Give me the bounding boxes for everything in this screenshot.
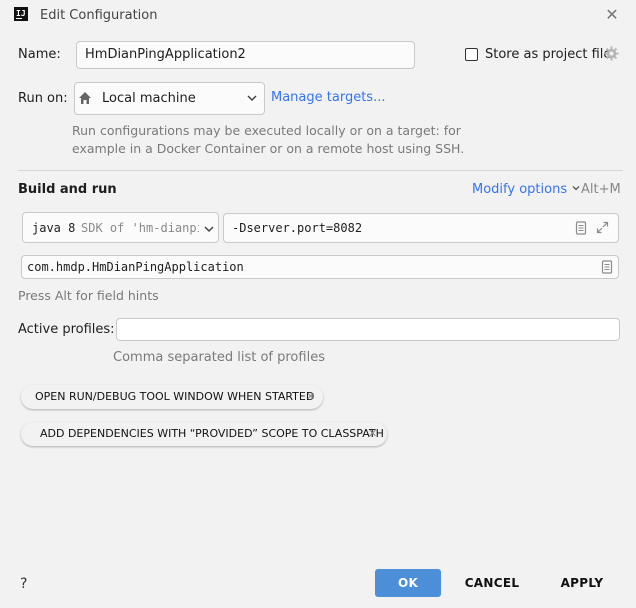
close-button[interactable]: ✕	[601, 4, 623, 26]
modify-options-link[interactable]: Modify options	[472, 182, 581, 197]
active-profiles-hint: Comma separated list of profiles	[113, 350, 325, 365]
run-on-value: Local machine	[102, 91, 196, 106]
ok-button[interactable]: OK	[375, 569, 441, 597]
vm-options-value: -Dserver.port=8082	[232, 221, 363, 235]
option-chip-open-tool-window[interactable]: OPEN RUN/DEBUG TOOL WINDOW WHEN STARTED …	[21, 385, 323, 409]
field-hint: Press Alt for field hints	[18, 288, 159, 303]
modify-options-shortcut: Alt+M	[581, 182, 621, 197]
remove-icon[interactable]: ✕	[368, 422, 377, 446]
active-profiles-field[interactable]	[116, 318, 620, 341]
intellij-app-icon: IJ	[14, 7, 28, 21]
document-icon[interactable]	[575, 221, 587, 235]
close-icon: ✕	[605, 5, 619, 24]
vm-options-field[interactable]: -Dserver.port=8082	[223, 213, 619, 243]
window-title: Edit Configuration	[40, 8, 158, 23]
option-chip-add-dependencies[interactable]: ADD DEPENDENCIES WITH “PROVIDED” SCOPE T…	[21, 422, 387, 446]
help-button[interactable]: ?	[20, 576, 27, 592]
manage-targets-link[interactable]: Manage targets...	[271, 90, 385, 105]
chevron-down-icon	[203, 223, 215, 235]
cancel-button[interactable]: CANCEL	[454, 569, 530, 597]
modify-options-label: Modify options	[472, 182, 568, 197]
run-on-hint-line2: example in a Docker Container or on a re…	[72, 141, 465, 156]
name-field[interactable]: HmDianPingApplication2	[76, 41, 415, 69]
jdk-version: java 8	[32, 221, 76, 235]
chevron-down-icon	[246, 92, 258, 104]
home-icon	[78, 91, 92, 105]
active-profiles-label: Active profiles:	[18, 322, 115, 337]
main-class-field[interactable]: com.hmdp.HmDianPingApplication	[21, 255, 619, 279]
run-on-select[interactable]: Local machine	[74, 82, 265, 115]
apply-button[interactable]: APPLY	[544, 569, 620, 597]
store-as-project-file-label: Store as project file	[485, 47, 612, 62]
store-as-project-file-checkbox[interactable]	[465, 48, 478, 61]
option-chip-label: ADD DEPENDENCIES WITH “PROVIDED” SCOPE T…	[40, 427, 384, 440]
name-label: Name:	[18, 47, 61, 62]
title-bar: IJ Edit Configuration ✕	[0, 0, 636, 32]
jdk-detail: SDK of 'hm-dianping	[81, 221, 199, 235]
option-chip-label: OPEN RUN/DEBUG TOOL WINDOW WHEN STARTED	[35, 390, 315, 403]
name-field-value: HmDianPingApplication2	[85, 47, 246, 62]
gear-icon[interactable]	[604, 46, 619, 61]
run-on-label: Run on:	[18, 91, 68, 106]
remove-icon[interactable]: ✕	[306, 385, 315, 409]
main-class-value: com.hmdp.HmDianPingApplication	[27, 260, 244, 274]
build-and-run-heading: Build and run	[18, 182, 117, 197]
chevron-down-icon	[571, 182, 581, 197]
expand-icon[interactable]	[596, 221, 609, 234]
run-on-hint-line1: Run configurations may be executed local…	[72, 123, 461, 138]
document-icon[interactable]	[601, 260, 613, 274]
jdk-select[interactable]: java 8 SDK of 'hm-dianping	[22, 212, 219, 243]
separator	[18, 170, 623, 171]
